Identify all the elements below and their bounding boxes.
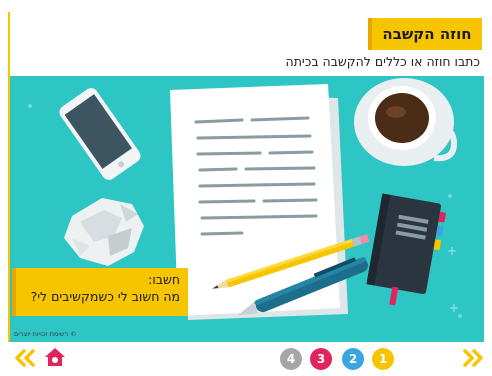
page-3-label: 3	[316, 352, 326, 366]
home-icon	[45, 348, 65, 366]
home-button[interactable]	[44, 346, 66, 368]
callout-label: חשבו:	[148, 272, 180, 287]
instruction-text: כתבו חוזה או כללים להקשבה בכיתה	[285, 54, 480, 69]
page-2-button[interactable]: 2	[342, 348, 364, 370]
previous-button[interactable]	[14, 349, 36, 367]
page-1-button[interactable]: 1	[372, 348, 394, 370]
page-3-button[interactable]: 3	[310, 348, 332, 370]
page-2-label: 2	[348, 352, 358, 366]
callout-question: מה חשוב לי כשמקשיבים לי?	[30, 289, 180, 304]
double-chevron-left-icon	[15, 349, 35, 367]
next-button[interactable]	[462, 349, 484, 367]
copyright-credit: © רשימת זכויות יוצרים	[14, 330, 77, 338]
page-1-label: 1	[378, 352, 388, 366]
lesson-frame: חוזה הקשבה כתבו חוזה או כללים להקשבה בכי…	[0, 0, 492, 376]
double-chevron-right-icon	[463, 349, 483, 367]
page-title: חוזה הקשבה	[382, 25, 472, 43]
coffee-cup-illustration	[354, 78, 458, 166]
page-4-label: 4	[286, 352, 296, 366]
page-4-button[interactable]: 4	[280, 348, 302, 370]
page-title-bar: חוזה הקשבה	[368, 18, 482, 50]
reflection-callout: חשבו: מה חשוב לי כשמקשיבים לי?	[12, 268, 188, 316]
